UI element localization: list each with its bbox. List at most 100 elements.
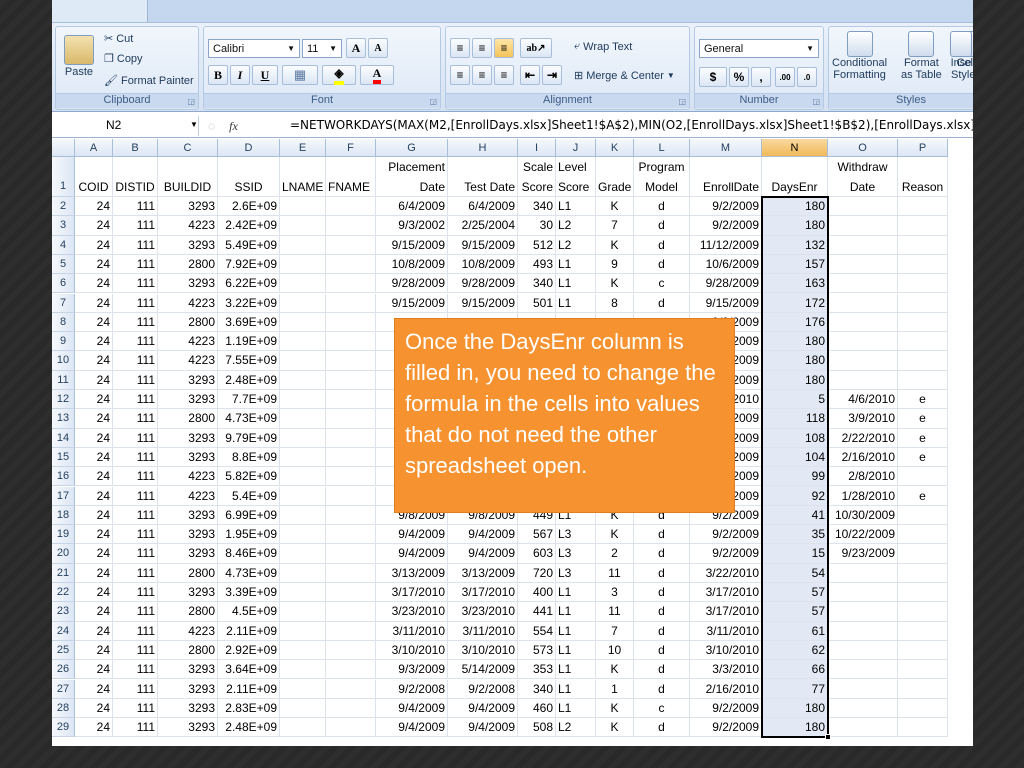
table-cell[interactable]: 111 — [113, 216, 158, 236]
table-cell[interactable]: 3293 — [158, 447, 218, 468]
table-cell[interactable] — [898, 274, 948, 294]
daysenr-cell[interactable]: 77 — [762, 679, 828, 699]
row-header[interactable]: 16 — [52, 467, 75, 487]
table-cell[interactable]: 400 — [518, 583, 556, 603]
table-cell[interactable] — [898, 312, 948, 333]
table-cell[interactable]: 24 — [75, 351, 113, 371]
table-cell[interactable]: 1.19E+09 — [218, 332, 280, 352]
table-cell[interactable]: 3293 — [158, 428, 218, 448]
table-cell[interactable]: 3293 — [158, 197, 218, 217]
row-header[interactable]: 26 — [52, 660, 75, 680]
table-cell[interactable]: L3 — [556, 525, 596, 545]
table-cell[interactable]: 3293 — [158, 390, 218, 410]
table-cell[interactable]: 573 — [518, 640, 556, 661]
table-cell[interactable]: 2.92E+09 — [218, 640, 280, 661]
row-header[interactable]: 20 — [52, 544, 75, 564]
table-cell[interactable] — [280, 602, 326, 622]
table-cell[interactable] — [898, 602, 948, 622]
table-cell[interactable] — [280, 544, 326, 564]
table-cell[interactable]: 7.7E+09 — [218, 390, 280, 410]
table-cell[interactable]: K — [596, 718, 634, 738]
grow-font-button[interactable]: A — [346, 38, 366, 58]
table-cell[interactable] — [326, 544, 376, 564]
table-cell[interactable] — [326, 274, 376, 294]
table-cell[interactable]: 2.11E+09 — [218, 679, 280, 699]
table-cell[interactable]: 24 — [75, 621, 113, 641]
table-cell[interactable] — [280, 583, 326, 603]
table-cell[interactable]: 3/10/2010 — [690, 640, 762, 661]
font-name-combo[interactable]: Calibri ▼ — [208, 39, 300, 58]
daysenr-cell[interactable]: 66 — [762, 660, 828, 680]
dialog-launcher-icon[interactable]: ◲ — [429, 97, 437, 106]
table-cell[interactable]: 9/4/2009 — [448, 698, 518, 719]
table-cell[interactable]: 5.4E+09 — [218, 486, 280, 506]
table-cell[interactable]: 4223 — [158, 467, 218, 487]
column-header-g[interactable]: G — [376, 139, 448, 157]
table-cell[interactable]: 3293 — [158, 718, 218, 738]
table-cell[interactable]: 24 — [75, 640, 113, 661]
decrease-decimal-button[interactable]: .0 — [797, 67, 817, 87]
table-cell[interactable] — [280, 409, 326, 429]
table-cell[interactable]: 111 — [113, 447, 158, 468]
table-cell[interactable]: 6/4/2009 — [448, 197, 518, 217]
column-header-m[interactable]: M — [690, 139, 762, 157]
table-cell[interactable]: 5/14/2009 — [448, 660, 518, 680]
row-header[interactable]: 23 — [52, 602, 75, 622]
table-cell[interactable]: c — [634, 274, 690, 294]
table-cell[interactable]: 111 — [113, 718, 158, 738]
table-cell[interactable] — [898, 640, 948, 661]
table-cell[interactable] — [898, 525, 948, 545]
table-cell[interactable] — [898, 235, 948, 255]
table-cell[interactable]: 567 — [518, 525, 556, 545]
fill-color-button[interactable]: ◈ — [322, 65, 356, 85]
table-cell[interactable]: 24 — [75, 698, 113, 719]
table-cell[interactable]: 3/23/2010 — [448, 602, 518, 622]
table-cell[interactable]: 2/8/2010 — [828, 467, 898, 487]
table-cell[interactable]: 111 — [113, 370, 158, 390]
row-header[interactable]: 4 — [52, 235, 75, 255]
font-size-combo[interactable]: 11 ▼ — [302, 39, 342, 58]
table-cell[interactable]: 3/13/2009 — [376, 563, 448, 583]
table-cell[interactable] — [898, 660, 948, 680]
table-cell[interactable]: L1 — [556, 254, 596, 275]
table-cell[interactable]: 3/22/2010 — [690, 563, 762, 583]
table-cell[interactable]: 2800 — [158, 640, 218, 661]
table-cell[interactable]: 3.69E+09 — [218, 312, 280, 333]
table-cell[interactable] — [898, 698, 948, 719]
dialog-launcher-icon[interactable]: ◲ — [812, 97, 820, 106]
italic-button[interactable]: I — [230, 65, 250, 85]
table-cell[interactable] — [828, 274, 898, 294]
table-cell[interactable]: 2800 — [158, 602, 218, 622]
table-cell[interactable]: 3/11/2010 — [448, 621, 518, 641]
daysenr-cell[interactable]: 57 — [762, 602, 828, 622]
table-cell[interactable]: 3/11/2010 — [690, 621, 762, 641]
table-cell[interactable]: 353 — [518, 660, 556, 680]
table-cell[interactable] — [280, 197, 326, 217]
table-cell[interactable]: 10/30/2009 — [828, 505, 898, 526]
decrease-indent-button[interactable]: ⇤ — [520, 65, 540, 85]
table-cell[interactable] — [828, 312, 898, 333]
table-cell[interactable]: 111 — [113, 505, 158, 526]
table-cell[interactable]: 24 — [75, 274, 113, 294]
table-cell[interactable]: 2 — [596, 544, 634, 564]
table-cell[interactable]: L1 — [556, 621, 596, 641]
row-header[interactable]: 14 — [52, 428, 75, 448]
table-cell[interactable] — [326, 332, 376, 352]
table-cell[interactable] — [280, 370, 326, 390]
table-cell[interactable] — [828, 660, 898, 680]
column-header-k[interactable]: K — [596, 139, 634, 157]
table-cell[interactable]: d — [634, 235, 690, 255]
daysenr-cell[interactable]: 99 — [762, 467, 828, 487]
table-cell[interactable]: 111 — [113, 467, 158, 487]
table-cell[interactable]: 3293 — [158, 679, 218, 699]
table-cell[interactable]: 9/28/2009 — [376, 274, 448, 294]
table-cell[interactable]: 24 — [75, 370, 113, 390]
table-cell[interactable]: 6.22E+09 — [218, 274, 280, 294]
table-cell[interactable] — [898, 197, 948, 217]
table-cell[interactable]: 2/16/2010 — [828, 447, 898, 468]
table-cell[interactable] — [280, 621, 326, 641]
table-cell[interactable] — [326, 409, 376, 429]
table-cell[interactable]: 9/4/2009 — [376, 698, 448, 719]
align-bottom-button[interactable]: ≡ — [494, 38, 514, 58]
name-box[interactable]: N2 ▼ — [52, 116, 199, 136]
